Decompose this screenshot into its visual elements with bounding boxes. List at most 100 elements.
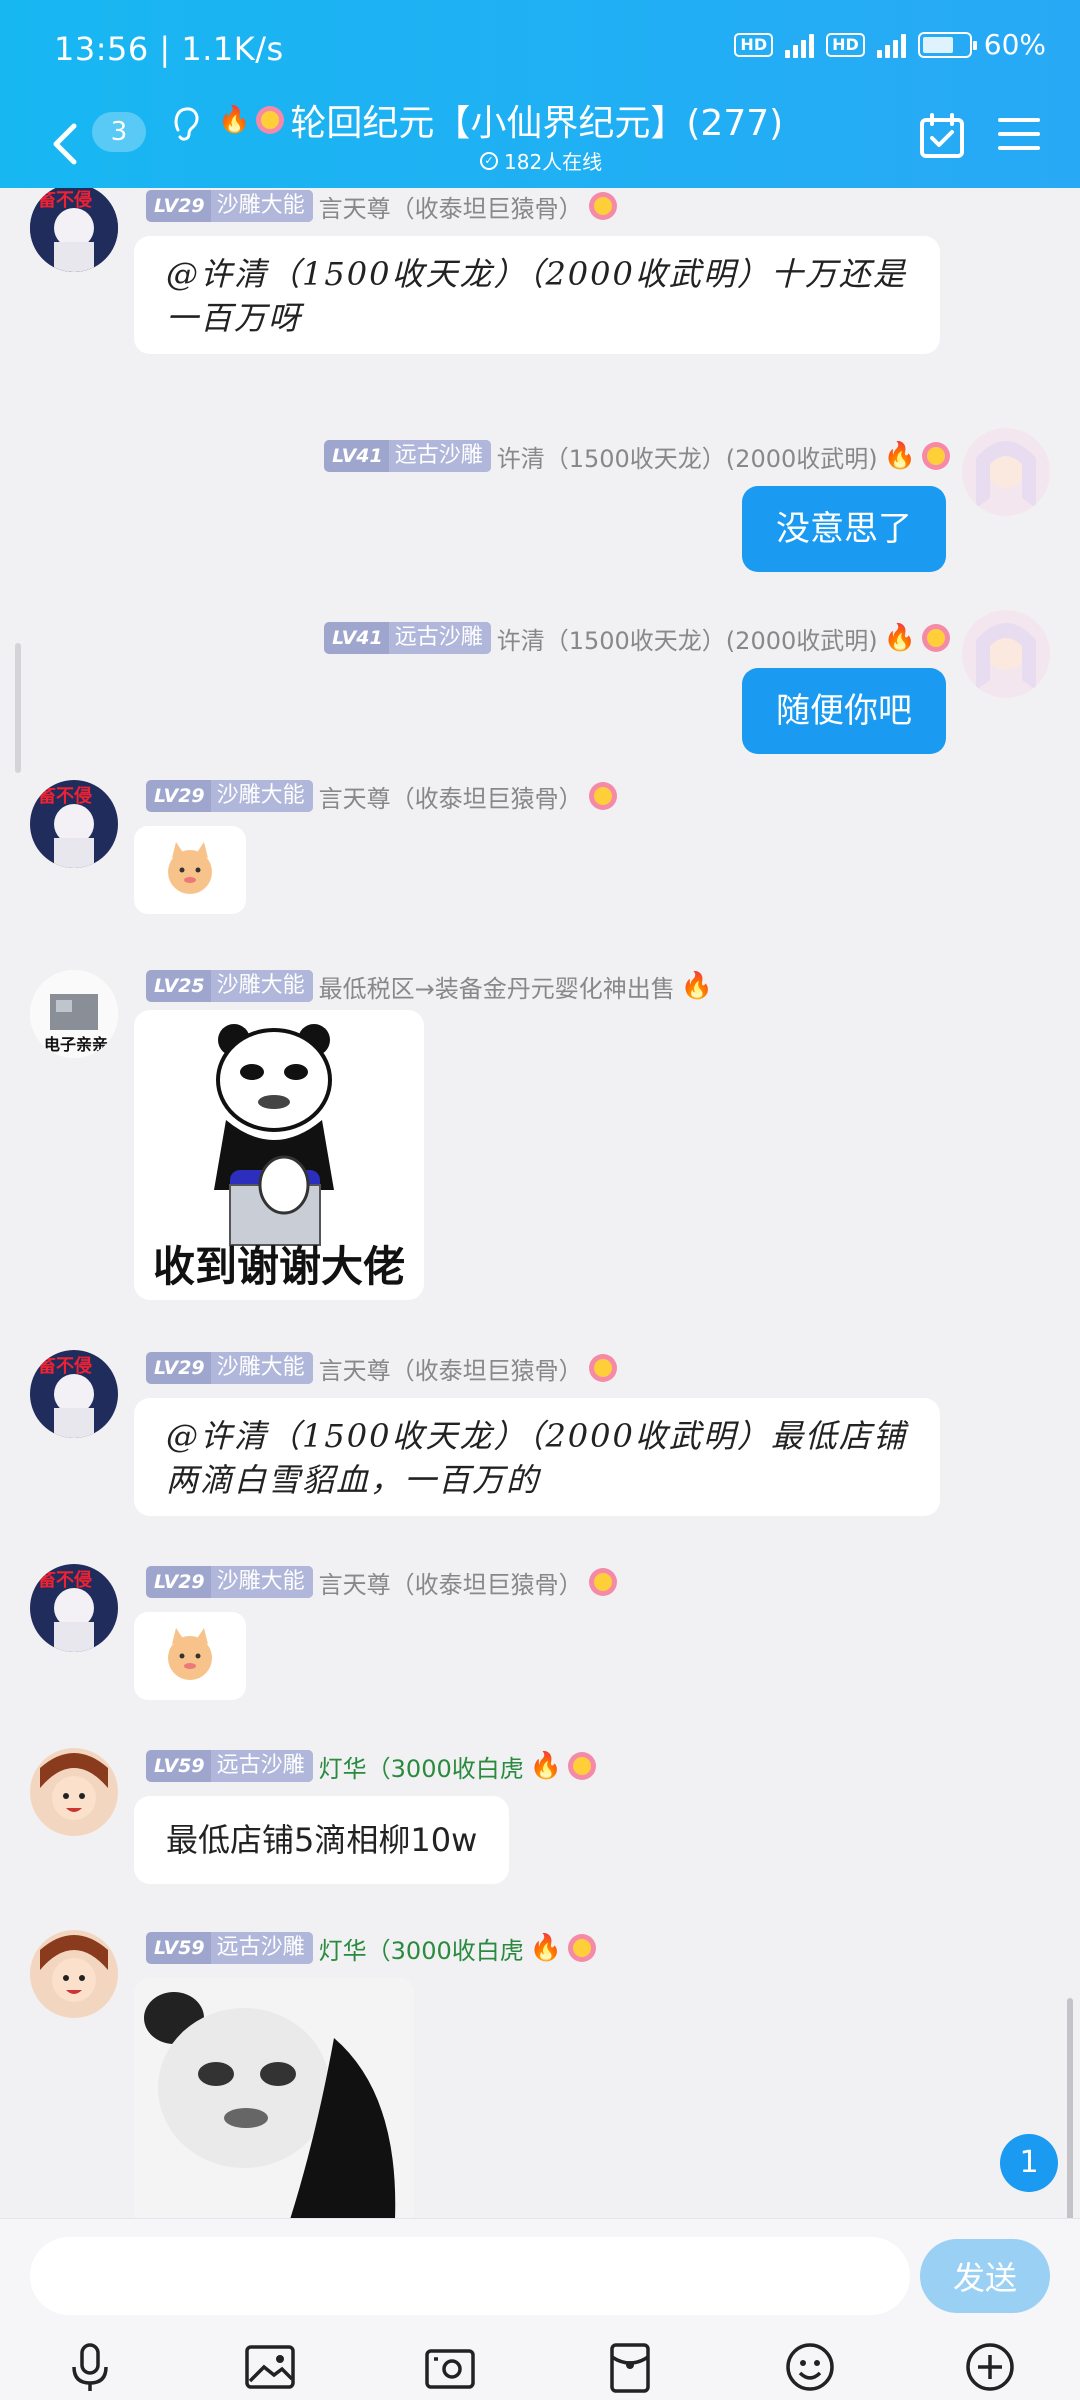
- avatar-self[interactable]: [962, 610, 1050, 698]
- emoji-icon[interactable]: [782, 2339, 838, 2395]
- hd-badge: HD: [734, 32, 774, 57]
- scrollbar[interactable]: [1067, 1998, 1073, 2218]
- message-item: LV59 远古沙雕 灯华（3000收白虎 🔥 最低店铺5滴相柳10w: [0, 1736, 1080, 1916]
- photo-icon[interactable]: [242, 2339, 298, 2395]
- input-toolbar: [0, 2333, 1080, 2400]
- avatar[interactable]: 畜不侵: [30, 1564, 118, 1652]
- fire-icon: 🔥: [529, 1933, 563, 1963]
- cat-sticker-image[interactable]: [134, 826, 246, 914]
- panda-meme-image[interactable]: [134, 1978, 414, 2218]
- smile-badge-icon: [568, 1934, 597, 1962]
- hd-badge-2: HD: [826, 32, 865, 57]
- smile-badge-icon: [256, 106, 285, 134]
- cat-sticker-image[interactable]: [134, 1612, 246, 1700]
- level-tag: LV41 远古沙雕: [324, 622, 491, 654]
- signal-icon: [785, 32, 815, 58]
- level-tag: LV59 远古沙雕: [146, 1750, 313, 1782]
- message-meta: LV29 沙雕大能 言天尊（收泰坦巨猿骨）: [146, 188, 617, 224]
- message-meta: LV29 沙雕大能 言天尊（收泰坦巨猿骨）: [146, 778, 617, 814]
- battery-icon: [917, 31, 977, 58]
- avatar[interactable]: 电子亲亲: [30, 970, 118, 1058]
- camera-icon[interactable]: [422, 2339, 478, 2395]
- sender-name[interactable]: 言天尊（收泰坦巨猿骨）: [319, 189, 583, 224]
- message-bubble[interactable]: 随便你吧: [742, 668, 946, 754]
- message-meta: LV29 沙雕大能 言天尊（收泰坦巨猿骨）: [146, 1564, 617, 1600]
- message-item: 畜不侵 LV29 沙雕大能 言天尊（收泰坦巨猿骨）: [0, 1552, 1080, 1732]
- level-tag: LV41 远古沙雕: [324, 440, 491, 472]
- message-item: 畜不侵 LV29 沙雕大能 言天尊（收泰坦巨猿骨）: [0, 768, 1080, 948]
- smile-badge-icon: [588, 782, 617, 810]
- sender-name[interactable]: 最低税区→装备金丹元婴化神出售: [319, 969, 675, 1004]
- chat-header: 13:56 | 1.1K/s HD HD 60% 3 🔥 轮回纪元【小仙界纪元】…: [0, 0, 1080, 188]
- status-indicators: HD HD 60%: [734, 28, 1046, 61]
- avatar[interactable]: 畜不侵: [30, 1350, 118, 1438]
- sender-name[interactable]: 许清（1500收天龙）(2000收武明): [497, 439, 878, 474]
- online-icon: ✓: [480, 151, 498, 170]
- message-meta: LV41 远古沙雕 许清（1500收天龙）(2000收武明) 🔥: [324, 620, 950, 656]
- group-title: 轮回纪元【小仙界纪元】(277): [290, 103, 784, 144]
- title-row[interactable]: 🔥 轮回纪元【小仙界纪元】(277): [218, 94, 783, 146]
- smile-badge-icon: [922, 624, 950, 652]
- smile-badge-icon: [588, 1568, 617, 1596]
- level-tag: LV29 沙雕大能: [146, 190, 313, 222]
- plus-icon[interactable]: [962, 2339, 1018, 2395]
- level-tag: LV29 沙雕大能: [146, 780, 313, 812]
- message-bubble[interactable]: @许清（1500收天龙）（2000收武明）最低店铺两滴白雪貂血，一百万的: [134, 1398, 940, 1516]
- sender-name[interactable]: 言天尊（收泰坦巨猿骨）: [319, 1565, 583, 1600]
- sender-name[interactable]: 灯华（3000收白虎: [319, 1931, 524, 1966]
- svg-text:电子亲亲: 电子亲亲: [44, 1035, 108, 1054]
- send-button[interactable]: 发送: [920, 2239, 1050, 2313]
- message-meta: LV59 远古沙雕 灯华（3000收白虎 🔥: [146, 1930, 597, 1966]
- meme-caption: 收到谢谢大佬: [152, 1242, 405, 1291]
- avatar[interactable]: 畜不侵: [30, 188, 118, 272]
- message-meta: LV59 远古沙雕 灯华（3000收白虎 🔥: [146, 1748, 597, 1784]
- fire-icon: 🔥: [529, 1751, 563, 1781]
- sender-name[interactable]: 言天尊（收泰坦巨猿骨）: [319, 779, 583, 814]
- sender-name[interactable]: 言天尊（收泰坦巨猿骨）: [319, 1351, 583, 1386]
- ear-icon[interactable]: [168, 104, 204, 144]
- message-meta: LV29 沙雕大能 言天尊（收泰坦巨猿骨）: [146, 1350, 617, 1386]
- calendar-check-icon[interactable]: [918, 112, 966, 160]
- microphone-icon[interactable]: [62, 2339, 118, 2395]
- smile-badge-icon: [568, 1752, 597, 1780]
- level-tag: LV59 远古沙雕: [146, 1932, 313, 1964]
- svg-text:畜不侵: 畜不侵: [38, 189, 92, 211]
- avatar[interactable]: [30, 1930, 118, 2018]
- fire-icon: 🔥: [680, 971, 714, 1001]
- unread-count-badge[interactable]: 3: [92, 112, 146, 152]
- input-area: 发送: [0, 2218, 1080, 2400]
- message-item-self: LV41 远古沙雕 许清（1500收天龙）(2000收武明) 🔥 没意思了: [0, 408, 1080, 572]
- nav-bar: 3 🔥 轮回纪元【小仙界纪元】(277) ✓ 182人在线: [0, 100, 1080, 188]
- message-item: 畜不侵 LV29 沙雕大能 言天尊（收泰坦巨猿骨） @许清（1500收天龙）（20…: [0, 1338, 1080, 1578]
- chat-messages[interactable]: 畜不侵 LV29 沙雕大能 言天尊（收泰坦巨猿骨） @许清（1500收天龙）（20…: [0, 188, 1080, 2218]
- avatar-self[interactable]: [962, 428, 1050, 516]
- svg-text:畜不侵: 畜不侵: [38, 1569, 92, 1591]
- avatar[interactable]: [30, 1748, 118, 1836]
- message-bubble[interactable]: 最低店铺5滴相柳10w: [134, 1796, 510, 1884]
- menu-icon[interactable]: [998, 114, 1040, 154]
- message-item-self: LV41 远古沙雕 许清（1500收天龙）(2000收武明) 🔥 随便你吧: [0, 588, 1080, 754]
- avatar[interactable]: 畜不侵: [30, 780, 118, 868]
- level-tag: LV29 沙雕大能: [146, 1352, 313, 1384]
- message-input[interactable]: [30, 2237, 910, 2315]
- red-packet-icon[interactable]: [602, 2339, 658, 2395]
- signal-icon-2: [876, 32, 906, 58]
- status-time: 13:56 | 1.1K/s: [54, 30, 284, 68]
- status-bar: 13:56 | 1.1K/s HD HD 60%: [0, 0, 1080, 100]
- smile-badge-icon: [588, 192, 617, 220]
- meme-image[interactable]: 收到谢谢大佬: [134, 1010, 424, 1300]
- fire-icon: 🔥: [218, 105, 251, 135]
- svg-text:畜不侵: 畜不侵: [38, 1355, 92, 1377]
- level-tag: LV25 沙雕大能: [146, 970, 313, 1002]
- message-meta: LV25 沙雕大能 最低税区→装备金丹元婴化神出售 🔥: [146, 968, 713, 1004]
- message-item: 畜不侵 LV29 沙雕大能 言天尊（收泰坦巨猿骨） @许清（1500收天龙）（20…: [0, 188, 1080, 438]
- online-status[interactable]: ✓ 182人在线: [480, 146, 602, 175]
- sender-name[interactable]: 许清（1500收天龙）(2000收武明): [497, 621, 878, 656]
- message-bubble[interactable]: 没意思了: [742, 486, 946, 572]
- new-message-badge[interactable]: 1: [1000, 2134, 1058, 2192]
- back-icon[interactable]: [46, 114, 86, 174]
- message-item: LV59 远古沙雕 灯华（3000收白虎 🔥: [0, 1918, 1080, 2218]
- fire-icon: 🔥: [883, 441, 916, 471]
- message-bubble[interactable]: @许清（1500收天龙）（2000收武明）十万还是一百万呀: [134, 236, 940, 354]
- sender-name[interactable]: 灯华（3000收白虎: [319, 1749, 524, 1784]
